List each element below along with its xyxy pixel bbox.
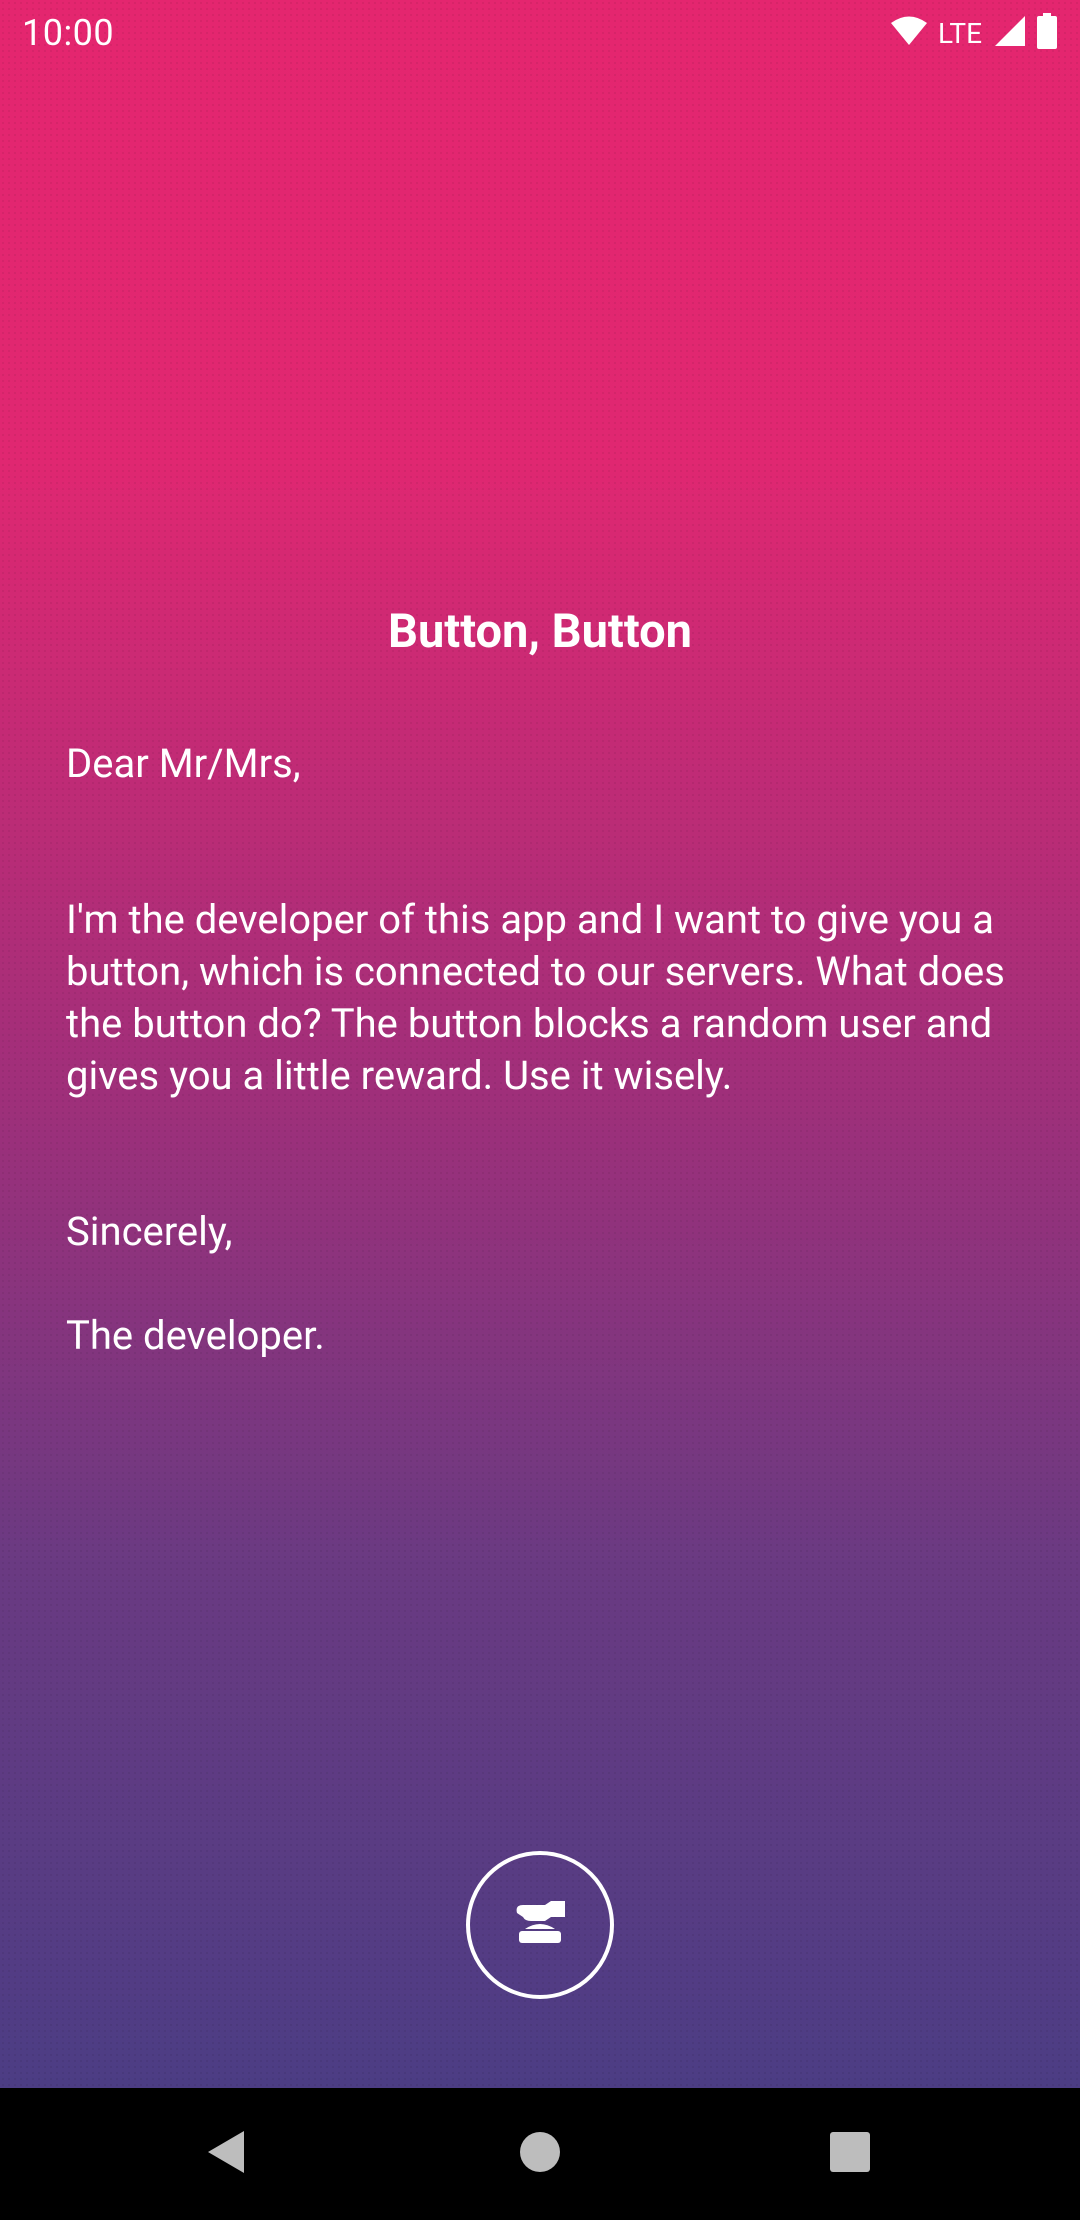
network-type-label: LTE bbox=[938, 16, 982, 50]
battery-icon bbox=[1036, 13, 1058, 53]
back-icon bbox=[206, 2129, 246, 2179]
letter-signature: The developer. bbox=[66, 1312, 325, 1359]
home-icon bbox=[519, 2131, 561, 2177]
status-icons: LTE bbox=[890, 13, 1058, 53]
signal-icon bbox=[994, 15, 1026, 51]
letter-content: Dear Mr/Mrs, I'm the developer of this a… bbox=[66, 738, 1026, 1362]
letter-greeting: Dear Mr/Mrs, bbox=[66, 740, 301, 787]
status-bar: 10:00 LTE bbox=[0, 0, 1080, 66]
recents-button[interactable] bbox=[780, 2088, 920, 2220]
home-button[interactable] bbox=[470, 2088, 610, 2220]
status-time: 10:00 bbox=[22, 12, 115, 54]
letter-closing: Sincerely, bbox=[66, 1208, 233, 1255]
letter-title: Button, Button bbox=[387, 604, 693, 659]
recents-icon bbox=[830, 2132, 870, 2176]
navigation-bar bbox=[0, 2088, 1080, 2220]
hand-press-button-icon bbox=[511, 1899, 569, 1951]
back-button[interactable] bbox=[156, 2088, 296, 2220]
wifi-icon bbox=[890, 16, 928, 50]
app-screen: 10:00 LTE Button, Button Dear Mr/Mrs, I'… bbox=[0, 0, 1080, 2088]
letter-body: I'm the developer of this app and I want… bbox=[66, 896, 1005, 1099]
press-button[interactable] bbox=[466, 1851, 614, 1999]
